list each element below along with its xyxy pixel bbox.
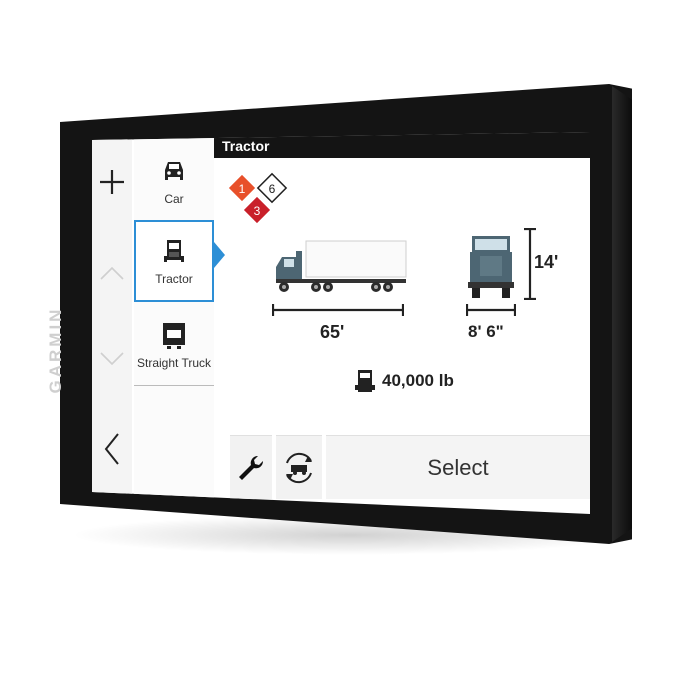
chevron-left-icon [104,433,119,465]
tractor-icon [164,240,184,262]
scroll-up-button[interactable] [92,258,132,288]
brand-logo: GARMIN [46,306,65,394]
chevron-down-icon [100,352,124,366]
straight-truck-icon [163,322,185,349]
car-icon [165,162,183,180]
length-dimension-line [272,304,404,316]
vehicle-profile-list: Car Tractor Straight Truck [134,136,214,506]
hazmat-class-3-icon: 3 [241,194,273,226]
profile-label: Tractor [155,272,193,286]
width-dimension-line [466,304,516,316]
tractor-trailer-side-icon [276,240,407,292]
add-profile-button[interactable] [92,162,132,202]
hazmat-class-1-label: 1 [239,182,246,196]
profile-label: Car [164,192,184,206]
edit-settings-button[interactable] [230,435,272,499]
trailer-swap-icon [286,452,312,483]
length-value: 65' [320,322,345,342]
trailer-swap-button[interactable] [276,435,322,499]
width-value: 8' 6" [468,322,504,341]
profile-item-tractor[interactable]: Tractor [134,220,214,302]
selected-pointer [214,242,225,268]
scroll-down-button[interactable] [92,344,132,374]
nav-column [92,132,132,514]
hazmat-class-6-icon: 6 [256,172,288,204]
profile-item-car[interactable]: Car [134,140,214,222]
weight-truck-icon [355,370,375,392]
weight-value: 40,000 lb [382,371,454,390]
wrench-icon [239,455,264,480]
hazmat-classes: 1 6 3 [226,172,288,226]
device-screen: Car Tractor Straight Truck Tractor 1 6 3… [92,132,590,514]
select-button[interactable]: Select [326,435,590,499]
device-edge [612,86,632,542]
profile-item-straight-truck[interactable]: Straight Truck [134,304,214,386]
hazmat-class-3-label: 3 [254,204,261,218]
hazmat-class-1-icon: 1 [226,172,258,204]
tractor-front-icon [468,236,514,298]
chevron-up-icon [100,266,124,280]
hazmat-class-6-label: 6 [269,182,276,196]
profile-label: Straight Truck [136,355,212,370]
back-button[interactable] [92,424,132,474]
weight-row: 40,000 lb [354,368,454,394]
plus-icon [100,170,124,194]
height-value: 14' [534,252,559,272]
